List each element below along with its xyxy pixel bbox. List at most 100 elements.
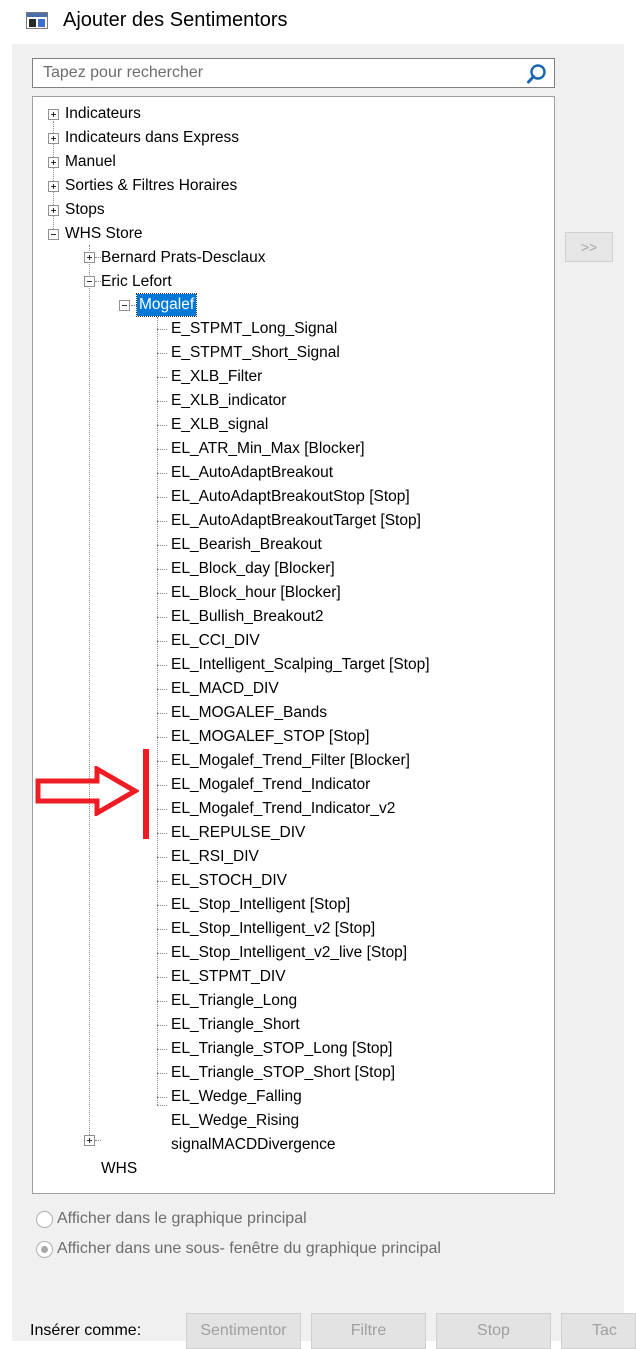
tree-leaf[interactable]: EL_Stop_Intelligent_v2_live [Stop] [171,942,407,964]
tree-leaf[interactable]: EL_RSI_DIV [171,846,259,868]
tree-leaf[interactable]: EL_Triangle_Short [171,1014,300,1036]
tree-line [157,425,167,426]
tree-line [157,401,167,402]
tree-line [157,1097,167,1098]
search-box[interactable] [32,58,555,88]
tree-leaf[interactable]: EL_AutoAdaptBreakoutStop [Stop] [171,486,410,508]
tree-node-manuel[interactable]: Manuel [65,151,116,173]
sentimentor-button[interactable]: Sentimentor [186,1313,301,1349]
tree-leaf[interactable]: EL_STOCH_DIV [171,870,287,892]
tree-node-bernard[interactable]: Bernard Prats-Desclaux [101,247,266,269]
radio-button[interactable] [36,1210,53,1228]
expand-toggle[interactable] [48,205,59,216]
expand-toggle[interactable] [84,252,95,263]
tree-leaf[interactable]: EL_AutoAdaptBreakout [171,462,333,484]
tree-leaf[interactable]: E_XLB_Filter [171,366,262,388]
window-title: Ajouter des Sentimentors [63,9,288,31]
tree-node-mogalef[interactable]: Mogalef [135,293,198,317]
expand-toggle[interactable] [48,181,59,192]
tac-button[interactable]: Tac [561,1313,636,1349]
tree-line [157,905,167,906]
tree-leaf[interactable]: EL_Wedge_Rising [171,1110,299,1132]
tree-line [157,785,167,786]
tree-node-indicateurs[interactable]: Indicateurs [65,103,141,125]
tree-leaf[interactable]: EL_Wedge_Falling [171,1086,302,1108]
tree-node-indicateurs-express[interactable]: Indicateurs dans Express [65,127,239,149]
tree-leaf[interactable]: EL_CCI_DIV [171,630,260,652]
radio-button[interactable] [36,1240,53,1258]
tree-line [157,689,167,690]
collapse-toggle[interactable] [48,229,59,240]
tree-line [157,641,167,642]
tree-leaf[interactable]: signalMACDDivergence [171,1134,336,1156]
tree-leaf[interactable]: E_STPMT_Long_Signal [171,318,337,340]
tree-leaf[interactable]: EL_Intelligent_Scalping_Target [Stop] [171,654,430,676]
tree-line [157,617,167,618]
insert-as-label: Insérer comme: [30,1322,142,1339]
sentimentor-tree[interactable]: Indicateurs Indicateurs dans Express Man… [32,96,555,1194]
search-input[interactable] [43,63,513,83]
tree-leaf[interactable]: EL_STPMT_DIV [171,966,286,988]
tree-line [157,473,167,474]
tree-line [157,569,167,570]
tree-node-whs-store[interactable]: WHS Store [65,223,143,245]
tree-node-whs[interactable]: WHS [101,1158,137,1180]
tree-line [157,953,167,954]
tree-leaf[interactable]: EL_Bearish_Breakout [171,534,322,556]
tree-line [157,1025,167,1026]
tree-node-sorties-filtres[interactable]: Sorties & Filtres Horaires [65,175,237,197]
tree-node-stops[interactable]: Stops [65,199,105,221]
tree-leaf[interactable]: EL_Block_hour [Blocker] [171,582,341,604]
window-icon [26,12,48,29]
tree-leaf[interactable]: EL_MACD_DIV [171,678,279,700]
tree-line [157,1105,167,1106]
tree-leaf[interactable]: EL_Mogalef_Trend_Indicator_v2 [171,798,395,820]
tree-leaf[interactable]: EL_REPULSE_DIV [171,822,305,844]
tree-line [157,737,167,738]
tree-leaf[interactable]: EL_Triangle_Long [171,990,297,1012]
stop-button[interactable]: Stop [436,1313,551,1349]
collapse-toggle[interactable] [119,300,130,311]
option-label: Afficher dans une sous- fenêtre du graph… [57,1240,441,1257]
tree-line [157,593,167,594]
tree-leaf[interactable]: EL_ATR_Min_Max [Blocker] [171,438,365,460]
option-main-chart[interactable]: Afficher dans le graphique principal [36,1210,307,1228]
tree-leaf[interactable]: EL_MOGALEF_STOP [Stop] [171,726,369,748]
option-sub-window[interactable]: Afficher dans une sous- fenêtre du graph… [36,1240,441,1258]
expand-toggle[interactable] [84,1135,95,1146]
collapse-toggle[interactable] [84,276,95,287]
tree-leaf[interactable]: EL_MOGALEF_Bands [171,702,327,724]
tree-leaf[interactable]: EL_Stop_Intelligent [Stop] [171,894,350,916]
tree-line [157,713,167,714]
tree-line [157,329,167,330]
search-icon[interactable] [526,63,548,85]
expand-toggle[interactable] [48,133,59,144]
expand-toggle[interactable] [48,109,59,120]
tree-leaf[interactable]: E_STPMT_Short_Signal [171,342,340,364]
tree-leaf[interactable]: EL_Triangle_STOP_Short [Stop] [171,1062,395,1084]
tree-leaf-mogalef-trend-indicator[interactable]: EL_Mogalef_Trend_Indicator [171,774,370,796]
tree-leaf[interactable]: E_XLB_indicator [171,390,286,412]
tree-line [157,833,167,834]
tree-line [89,245,90,1137]
tree-line [157,665,167,666]
add-button[interactable]: >> [565,232,613,262]
tree-line [157,521,167,522]
tree-leaf[interactable]: EL_Mogalef_Trend_Filter [Blocker] [171,750,410,772]
tree-line [95,1140,101,1141]
tree-line [157,317,158,1105]
tree-leaf[interactable]: EL_Bullish_Breakout2 [171,606,324,628]
tree-leaf[interactable]: EL_AutoAdaptBreakoutTarget [Stop] [171,510,421,532]
filtre-button[interactable]: Filtre [311,1313,426,1349]
expand-toggle[interactable] [48,157,59,168]
tree-line [157,353,167,354]
tree-leaf[interactable]: EL_Stop_Intelligent_v2 [Stop] [171,918,375,940]
tree-leaf[interactable]: EL_Triangle_STOP_Long [Stop] [171,1038,392,1060]
tree-leaf[interactable]: E_XLB_signal [171,414,268,436]
tree-leaf[interactable]: EL_Block_day [Blocker] [171,558,335,580]
tree-line [157,1049,167,1050]
tree-node-eric-lefort[interactable]: Eric Lefort [101,271,172,293]
tree-line [157,857,167,858]
title-bar: Ajouter des Sentimentors [0,0,636,44]
tree-line [157,977,167,978]
